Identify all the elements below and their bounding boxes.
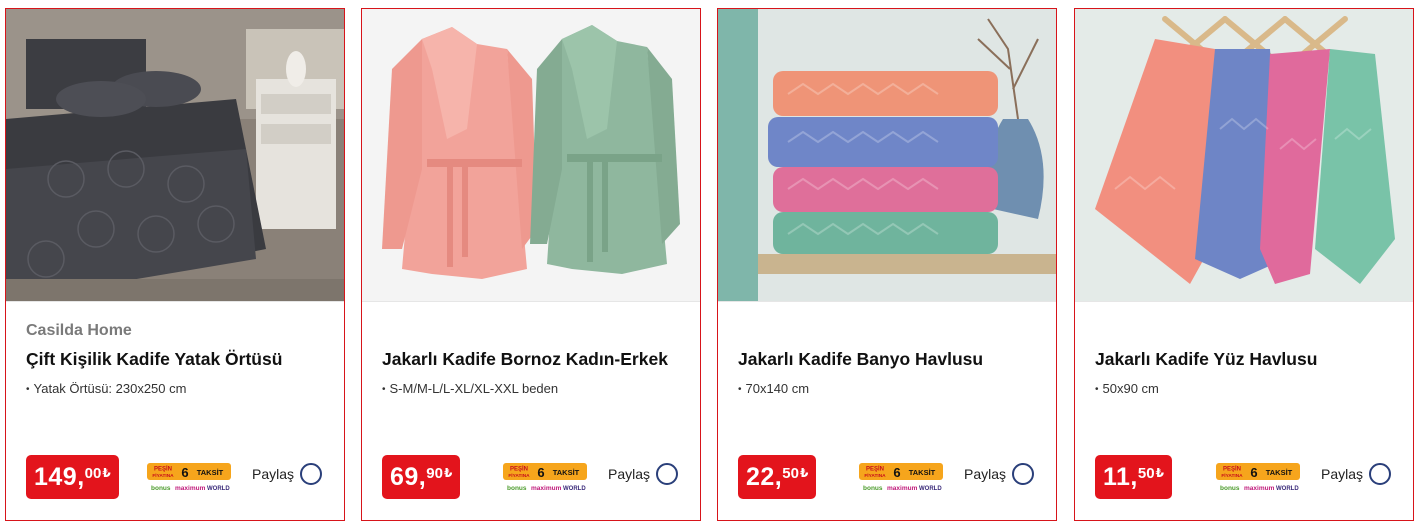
- price-integer: 149,: [34, 462, 85, 491]
- share-circle-icon[interactable]: [1012, 463, 1035, 485]
- product-spec: • Yatak Örtüsü: 230x250 cm: [26, 381, 186, 396]
- divider: [362, 301, 700, 302]
- currency-symbol: ₺: [1155, 466, 1164, 480]
- currency-symbol: ₺: [443, 466, 453, 480]
- share-circle-icon[interactable]: [1369, 463, 1392, 485]
- badge-count: 6: [1250, 465, 1257, 480]
- badge-bonus: bonus: [1220, 485, 1240, 492]
- badge-bonus: bonus: [151, 485, 171, 492]
- product-image[interactable]: [1075, 9, 1413, 301]
- divider: [1075, 301, 1413, 302]
- badge-maximum: maximum: [1244, 485, 1275, 492]
- badge-count: 6: [537, 465, 544, 480]
- badge-word: TAKSİT: [197, 468, 224, 477]
- price-tag: 149, 00 ₺: [26, 455, 119, 499]
- price-tag: 22, 50 ₺: [738, 455, 817, 499]
- price-integer: 22,: [746, 462, 783, 491]
- price-fraction: 50: [1137, 464, 1155, 482]
- bullet-icon: •: [26, 384, 30, 395]
- badge-world: WORLD: [563, 486, 586, 492]
- price-integer: 69,: [390, 462, 427, 491]
- badge-word: TAKSİT: [553, 468, 580, 477]
- share-button[interactable]: Paylaş: [964, 463, 1035, 485]
- brand-label: Casilda Home: [26, 322, 132, 339]
- product-title[interactable]: Jakarlı Kadife Yüz Havlusu: [1095, 349, 1317, 370]
- share-button[interactable]: Paylaş: [252, 463, 323, 485]
- product-card[interactable]: Jakarlı Kadife Yüz Havlusu • 50x90 cm 11,…: [1074, 8, 1414, 521]
- bullet-icon: •: [382, 384, 386, 395]
- price-tag: 69, 90 ₺: [382, 455, 461, 499]
- divider: [718, 301, 1056, 302]
- installment-badge-icon: PEŞİN FİYATINA 6 TAKSİT bonus maximum WO…: [147, 463, 231, 493]
- badge-word: TAKSİT: [1266, 468, 1293, 477]
- badge-word: TAKSİT: [909, 468, 936, 477]
- product-spec: • 70x140 cm: [738, 381, 809, 396]
- badge-maximum: maximum: [175, 485, 206, 492]
- spec-text: 50x90 cm: [1102, 381, 1159, 396]
- price-integer: 11,: [1103, 462, 1138, 491]
- share-button[interactable]: Paylaş: [1321, 463, 1392, 485]
- currency-symbol: ₺: [799, 466, 809, 480]
- badge-count: 6: [181, 465, 188, 480]
- badge-line2: FİYATINA: [1221, 472, 1243, 479]
- share-label: Paylaş: [608, 466, 651, 482]
- currency-symbol: ₺: [102, 466, 111, 480]
- price-fraction: 50: [782, 464, 799, 482]
- product-image[interactable]: [6, 9, 344, 301]
- bullet-icon: •: [738, 384, 742, 395]
- product-image[interactable]: [718, 9, 1056, 301]
- product-title[interactable]: Jakarlı Kadife Banyo Havlusu: [738, 349, 983, 370]
- installment-badge-icon: PEŞİN FİYATINA 6 TAKSİT bonus maximum WO…: [1216, 463, 1300, 493]
- product-card[interactable]: Jakarlı Kadife Banyo Havlusu • 70x140 cm …: [717, 8, 1057, 521]
- share-circle-icon[interactable]: [656, 463, 679, 485]
- price-fraction: 90: [426, 464, 443, 482]
- product-card[interactable]: Casilda Home Çift Kişilik Kadife Yatak Ö…: [5, 8, 345, 521]
- share-circle-icon[interactable]: [300, 463, 323, 485]
- badge-world: WORLD: [919, 486, 942, 492]
- installment-badge-icon: PEŞİN FİYATINA 6 TAKSİT bonus maximum WO…: [503, 463, 587, 493]
- share-button[interactable]: Paylaş: [608, 463, 679, 485]
- badge-line1: PEŞİN: [510, 466, 528, 473]
- product-spec: • 50x90 cm: [1095, 381, 1159, 396]
- divider: [6, 301, 344, 302]
- badge-bonus: bonus: [863, 485, 883, 492]
- badge-line1: PEŞİN: [1223, 466, 1241, 473]
- badge-line1: PEŞİN: [154, 466, 172, 473]
- spec-text: Yatak Örtüsü: 230x250 cm: [33, 381, 187, 396]
- badge-line2: FİYATINA: [864, 472, 886, 479]
- product-title[interactable]: Jakarlı Kadife Bornoz Kadın-Erkek: [382, 349, 668, 370]
- badge-world: WORLD: [207, 486, 230, 492]
- share-label: Paylaş: [964, 466, 1007, 482]
- share-label: Paylaş: [1321, 466, 1364, 482]
- installment-badge-icon: PEŞİN FİYATINA 6 TAKSİT bonus maximum WO…: [859, 463, 943, 493]
- spec-text: 70x140 cm: [745, 381, 810, 396]
- price-fraction: 00: [84, 464, 102, 482]
- badge-count: 6: [893, 465, 900, 480]
- badge-line2: FİYATINA: [152, 472, 174, 479]
- product-title[interactable]: Çift Kişilik Kadife Yatak Örtüsü: [26, 349, 282, 370]
- badge-line2: FİYATINA: [508, 472, 530, 479]
- badge-line1: PEŞİN: [866, 466, 884, 473]
- share-label: Paylaş: [252, 466, 295, 482]
- badge-bonus: bonus: [507, 485, 527, 492]
- badge-world: WORLD: [1276, 486, 1299, 492]
- product-spec: • S-M/M-L/L-XL/XL-XXL beden: [382, 381, 558, 396]
- product-image[interactable]: [362, 9, 700, 301]
- spec-text: S-M/M-L/L-XL/XL-XXL beden: [389, 381, 559, 396]
- badge-maximum: maximum: [887, 485, 918, 492]
- badge-maximum: maximum: [531, 485, 562, 492]
- price-tag: 11, 50 ₺: [1095, 455, 1172, 499]
- bullet-icon: •: [1095, 384, 1099, 395]
- product-card[interactable]: Jakarlı Kadife Bornoz Kadın-Erkek • S-M/M…: [361, 8, 701, 521]
